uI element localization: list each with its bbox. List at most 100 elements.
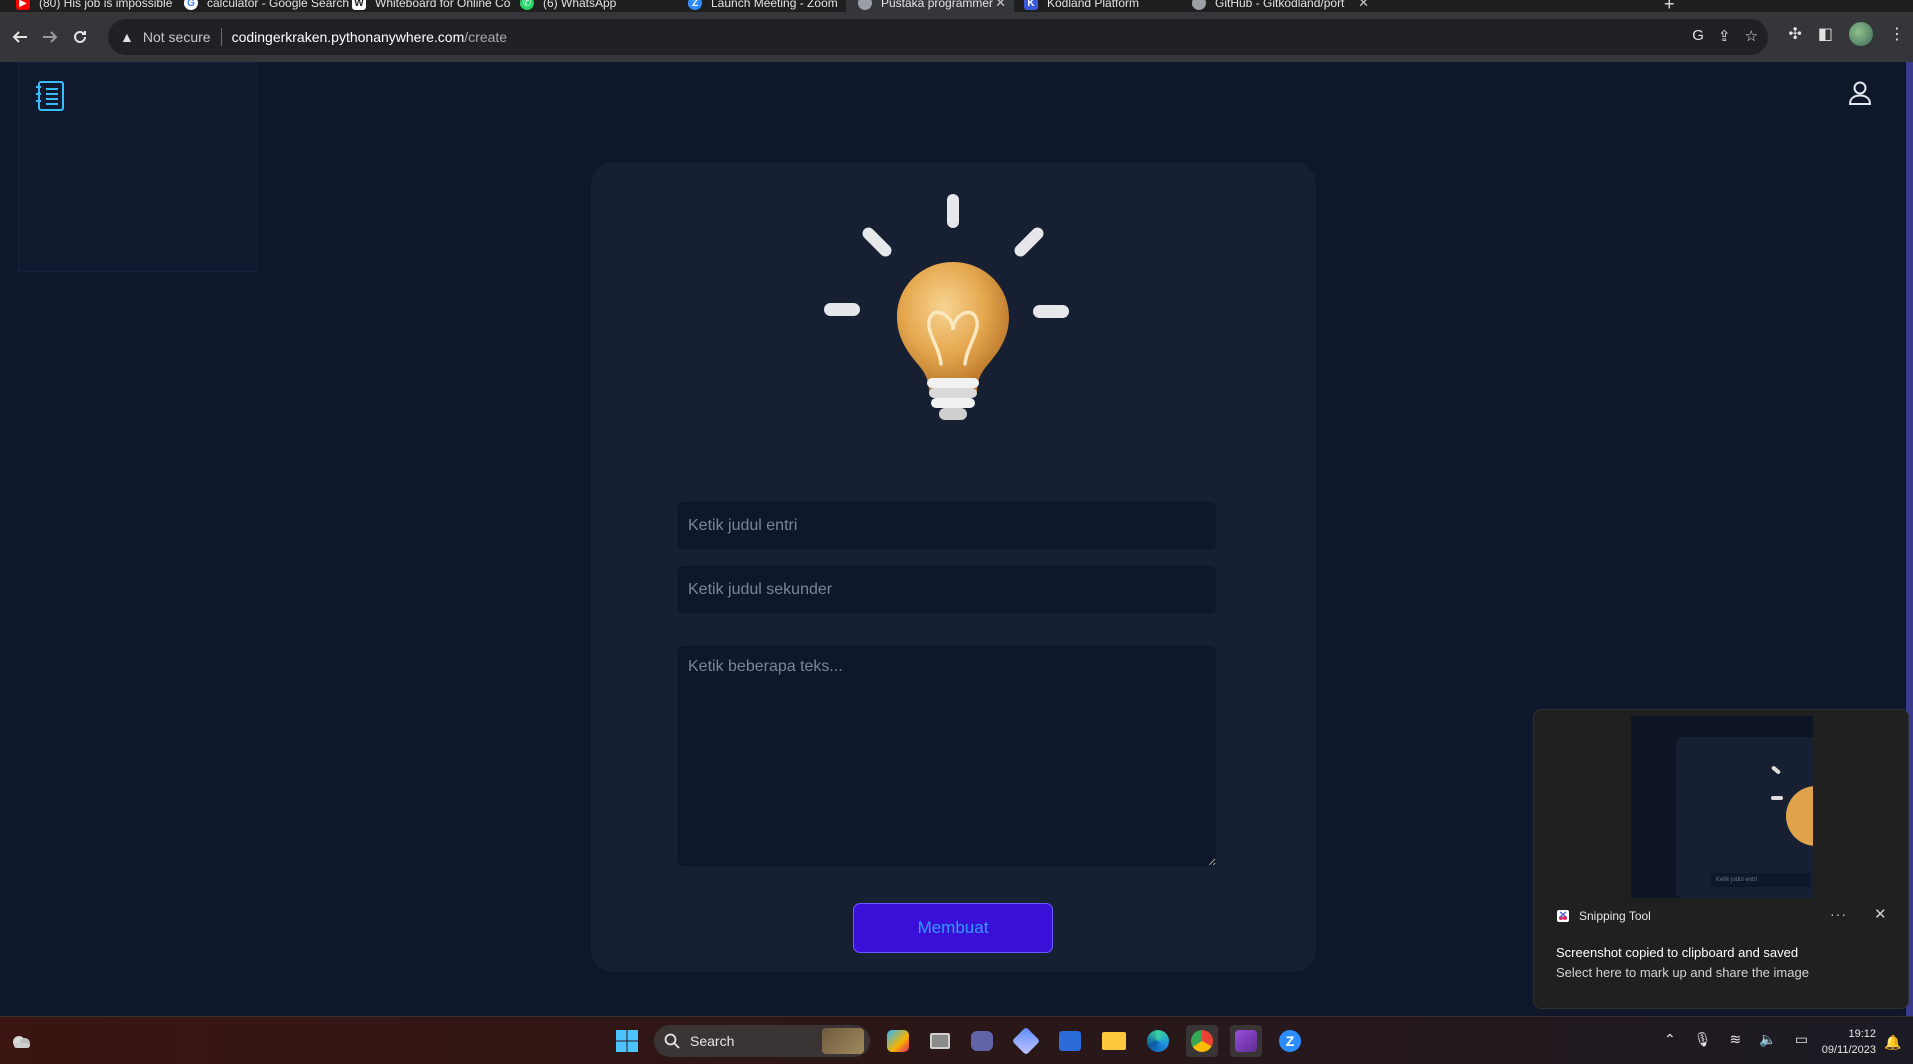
close-icon[interactable]: ✕ [1358,0,1369,11]
tab-title: calculator - Google Search [207,0,350,10]
zoom-icon: Z [1279,1030,1301,1052]
side-panel-icon[interactable]: ◧ [1818,24,1833,44]
tab-google-search[interactable]: G calculator - Google Search ✕ [184,0,361,12]
url-path: /create [464,29,508,45]
forward-button[interactable] [37,24,63,50]
microphone-icon[interactable]: 🎙 [1694,1031,1712,1048]
snipping-tool-notification[interactable]: Ketik judul entri Snipping Tool ··· ✕ Sc… [1533,709,1909,1009]
folder-icon [1102,1032,1126,1050]
search-highlight-image [822,1028,864,1054]
thumb-ray [1771,796,1783,800]
tab-title: Launch Meeting - Zoom [711,0,838,10]
user-icon[interactable] [1847,80,1873,106]
wifi-icon[interactable]: ≋ [1730,1031,1742,1048]
tab-whatsapp[interactable]: ✆ (6) WhatsApp ✕ [520,0,697,12]
browser-toolbar: ▲ Not secure codingerkraken.pythonanywhe… [0,12,1913,62]
task-view-icon [930,1033,950,1049]
chevron-up-icon[interactable]: ⌃ [1664,1031,1676,1048]
menu-kebab-icon[interactable]: ⋮ [1889,24,1905,44]
tab-whiteboard[interactable]: W Whiteboard for Online Co ✕ [352,0,529,12]
arrow-right-icon [43,31,58,43]
start-button[interactable] [611,1025,643,1057]
taskbar-file-explorer[interactable] [1098,1025,1130,1057]
taskbar-search[interactable]: Search [654,1025,870,1057]
profile-avatar[interactable] [1849,22,1873,46]
close-icon[interactable]: ✕ [995,0,1006,11]
taskbar-copilot[interactable] [882,1025,914,1057]
more-options-icon[interactable]: ··· [1830,906,1847,922]
windows-taskbar: Search Z ⌃ 🎙 ≋ 🔈 ▭ 19:12 09/11/2023 🔔 [0,1016,1913,1064]
tab-title: Pustaka programmer [881,0,994,10]
taskbar-task-view[interactable] [924,1025,956,1057]
tab-title: GitHub - Gitkodland/port [1215,0,1345,10]
taskbar-clock[interactable]: 19:12 09/11/2023 [1812,1026,1876,1058]
store-icon [1059,1031,1081,1051]
youtube-icon: ▶ [16,0,30,10]
copilot-icon [887,1030,909,1052]
taskbar-chrome[interactable] [1186,1025,1218,1057]
lightbulb-icon [824,194,1069,420]
taskbar-zoom[interactable]: Z [1274,1025,1306,1057]
tab-kodland[interactable]: K Kodland Platform ✕ [1024,0,1201,12]
snipping-tool-icon [1557,910,1569,922]
entry-subtitle-input[interactable] [678,566,1216,614]
visual-studio-icon [1235,1030,1257,1052]
taskbar-teams[interactable] [966,1025,998,1057]
kodland-icon: K [1024,0,1038,10]
weather-cloud-icon[interactable] [10,1031,34,1051]
whatsapp-icon: ✆ [520,0,534,10]
tab-zoom[interactable]: Z Launch Meeting - Zoom ✕ [688,0,865,12]
system-tray: ⌃ 🎙 ≋ 🔈 ▭ [1664,1031,1808,1048]
taskbar-visual-studio[interactable] [1230,1025,1262,1057]
screenshot-thumbnail[interactable]: Ketik judul entri [1631,716,1813,898]
divider [220,28,222,46]
entry-body-textarea[interactable] [678,646,1216,866]
chrome-icon [1191,1030,1213,1052]
entry-title-input[interactable] [678,502,1216,550]
address-bar[interactable]: ▲ Not secure codingerkraken.pythonanywhe… [108,19,1768,55]
taskbar-edge[interactable] [1142,1025,1174,1057]
url-host: codingerkraken.pythonanywhere.com [231,29,465,45]
google-icon: G [184,0,198,10]
whiteboard-icon: W [352,0,366,10]
taskbar-store[interactable] [1054,1025,1086,1057]
toast-message: Screenshot copied to clipboard and saved [1556,945,1799,960]
security-label[interactable]: Not secure [143,29,211,45]
toast-app-name: Snipping Tool [1579,909,1651,923]
search-label: Search [690,1033,735,1049]
github-icon [1192,0,1206,10]
windows-icon [616,1030,638,1052]
tab-youtube[interactable]: ▶ (80) His job is impossible ✕ [16,0,193,12]
warning-icon[interactable]: ▲ [120,29,134,45]
create-entry-card: Membuat [591,162,1316,972]
extensions-icon[interactable]: ✣ [1788,24,1801,44]
tab-strip: ▶ (80) His job is impossible ✕ G calcula… [0,0,1913,12]
volume-icon[interactable]: 🔈 [1759,1031,1776,1048]
toast-subtext: Select here to mark up and share the ima… [1556,965,1809,980]
tab-title: Whiteboard for Online Co [375,0,511,10]
share-icon[interactable]: ⇪ [1718,27,1731,45]
search-icon [664,1033,680,1049]
back-button[interactable] [7,24,33,50]
notification-bell-icon[interactable]: 🔔 [1884,1034,1901,1051]
toast-app-header: Snipping Tool [1556,909,1651,923]
tab-pustaka-programmer[interactable]: Pustaka programmer ✕ [846,0,1014,12]
app-icon [1011,1026,1041,1056]
edge-icon [1147,1030,1169,1052]
tab-github[interactable]: GitHub - Gitkodland/port ✕ [1192,0,1369,12]
clock-date: 09/11/2023 [1821,1044,1876,1056]
clock-time: 19:12 [1848,1028,1876,1040]
bookmark-star-icon[interactable]: ☆ [1745,27,1758,45]
google-lens-icon[interactable]: G [1692,27,1704,45]
thumb-field: Ketik judul entri [1711,873,1811,887]
taskbar-widget-app[interactable] [1010,1025,1042,1057]
reload-button[interactable] [67,24,93,50]
battery-icon[interactable]: ▭ [1795,1031,1808,1048]
chat-icon [971,1031,993,1051]
tab-title: (80) His job is impossible [39,0,173,10]
create-button[interactable]: Membuat [853,903,1053,953]
globe-icon [858,0,872,10]
notebook-logo-icon[interactable] [36,80,66,112]
close-icon[interactable]: ✕ [1874,905,1887,923]
new-tab-button[interactable]: + [1664,0,1675,12]
